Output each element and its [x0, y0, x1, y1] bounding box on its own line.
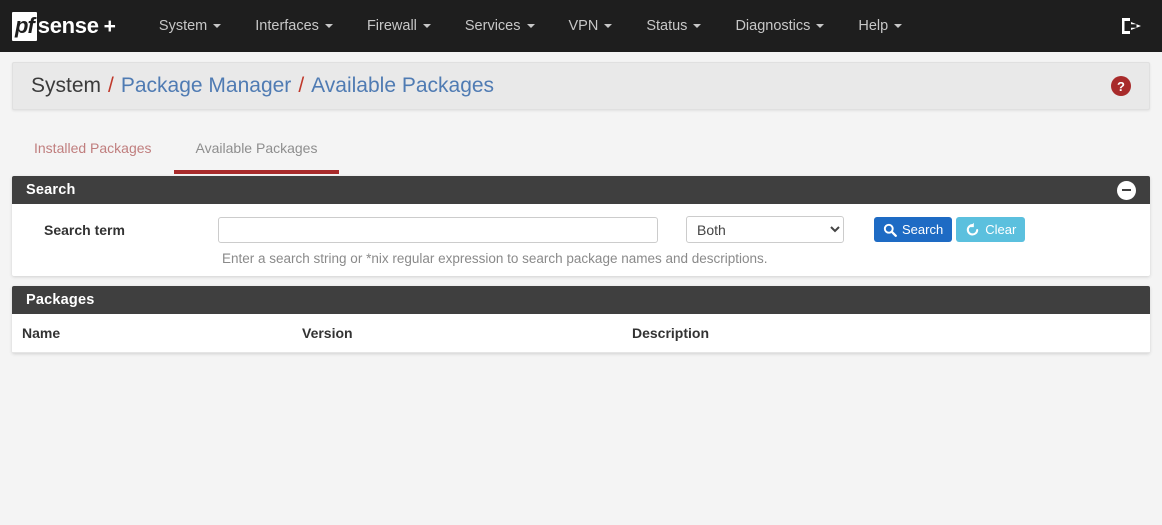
clear-button[interactable]: Clear — [956, 217, 1025, 242]
column-header-name[interactable]: Name — [12, 314, 292, 353]
undo-icon — [965, 222, 980, 237]
nav-item-interfaces[interactable]: Interfaces — [238, 0, 350, 52]
chevron-down-icon — [816, 24, 824, 28]
search-button-group: Search Clear — [874, 217, 1025, 242]
table-header-row: Name Version Description — [12, 314, 1150, 353]
logo-plus-mark: + — [104, 16, 116, 37]
search-scope-select[interactable]: Both — [686, 216, 844, 243]
search-term-label: Search term — [26, 222, 218, 238]
nav-item-firewall-label: Firewall — [367, 18, 417, 34]
nav-item-vpn[interactable]: VPN — [552, 0, 630, 52]
chevron-down-icon — [527, 24, 535, 28]
chevron-down-icon — [423, 24, 431, 28]
breadcrumb: System / Package Manager / Available Pac… — [12, 62, 1150, 110]
logout-button[interactable] — [1120, 16, 1148, 36]
tab-available-packages-label: Available Packages — [196, 140, 318, 156]
tab-bar: Installed Packages Available Packages — [0, 130, 1162, 176]
packages-panel: Packages Name Version Description — [12, 286, 1150, 353]
tab-installed-packages[interactable]: Installed Packages — [12, 130, 174, 174]
breadcrumb-package-manager[interactable]: Package Manager — [121, 74, 291, 98]
nav-item-firewall[interactable]: Firewall — [350, 0, 448, 52]
logo-pf-mark: pf — [12, 12, 37, 41]
search-button-label: Search — [902, 222, 943, 237]
breadcrumb-separator: / — [298, 74, 304, 98]
search-panel-header: Search — [12, 176, 1150, 204]
breadcrumb-separator: / — [108, 74, 114, 98]
minus-glyph — [1122, 189, 1131, 191]
help-icon[interactable]: ? — [1111, 76, 1131, 96]
packages-table: Name Version Description — [12, 314, 1150, 353]
packages-table-head: Name Version Description — [12, 314, 1150, 353]
minus-circle-icon[interactable] — [1117, 181, 1136, 200]
chevron-down-icon — [604, 24, 612, 28]
search-panel-body: Search term Both Search — [12, 204, 1150, 276]
clear-button-label: Clear — [985, 222, 1016, 237]
nav-item-system-label: System — [159, 18, 207, 34]
nav-item-diagnostics[interactable]: Diagnostics — [718, 0, 841, 52]
nav-item-system[interactable]: System — [142, 0, 238, 52]
tab-installed-packages-label: Installed Packages — [34, 140, 152, 156]
primary-menu: System Interfaces Firewall Services VPN … — [142, 0, 919, 52]
breadcrumb-available-packages[interactable]: Available Packages — [311, 74, 494, 98]
search-input[interactable] — [218, 217, 658, 243]
breadcrumb-root: System — [31, 74, 101, 98]
chevron-down-icon — [693, 24, 701, 28]
search-form-row: Search term Both Search — [12, 216, 1150, 243]
logout-icon — [1120, 16, 1142, 36]
nav-item-diagnostics-label: Diagnostics — [735, 18, 810, 34]
nav-item-services-label: Services — [465, 18, 521, 34]
chevron-down-icon — [213, 24, 221, 28]
packages-panel-title: Packages — [26, 292, 95, 308]
search-help-text: Enter a search string or *nix regular ex… — [12, 243, 1150, 266]
nav-item-status-label: Status — [646, 18, 687, 34]
top-navbar: pf sense + System Interfaces Firewall Se… — [0, 0, 1162, 52]
search-button[interactable]: Search — [874, 217, 952, 242]
packages-panel-header: Packages — [12, 286, 1150, 314]
nav-item-services[interactable]: Services — [448, 0, 552, 52]
magnifier-icon — [883, 223, 897, 237]
chevron-down-icon — [325, 24, 333, 28]
column-header-description[interactable]: Description — [622, 314, 1150, 353]
logo-sense-text: sense — [38, 15, 99, 37]
nav-item-vpn-label: VPN — [569, 18, 599, 34]
tab-available-packages[interactable]: Available Packages — [174, 130, 340, 174]
search-panel: Search Search term Both Search — [12, 176, 1150, 276]
nav-item-status[interactable]: Status — [629, 0, 718, 52]
nav-item-help[interactable]: Help — [841, 0, 919, 52]
column-header-version[interactable]: Version — [292, 314, 622, 353]
pfsense-logo[interactable]: pf sense + — [8, 12, 116, 41]
nav-item-interfaces-label: Interfaces — [255, 18, 319, 34]
search-panel-title: Search — [26, 182, 76, 198]
breadcrumb-wrapper: System / Package Manager / Available Pac… — [0, 52, 1162, 110]
nav-item-help-label: Help — [858, 18, 888, 34]
chevron-down-icon — [894, 24, 902, 28]
